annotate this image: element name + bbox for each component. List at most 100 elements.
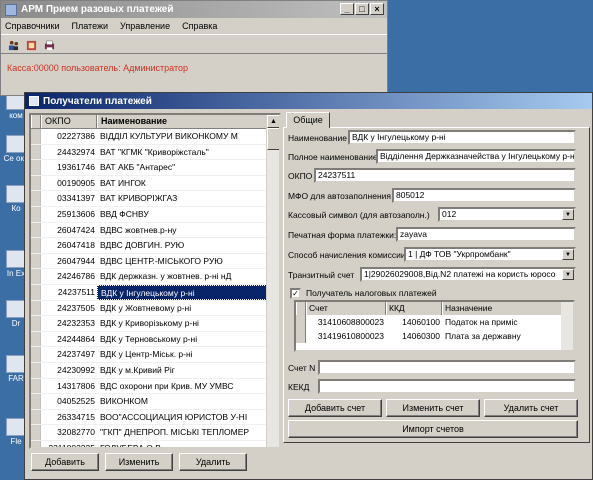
list-row[interactable]: 24244864 ВДК у Терновському р-ні xyxy=(31,331,279,348)
list-row[interactable]: 26047424 ВДВС жовтнев.р-ну xyxy=(31,222,279,239)
cash-symbol-select[interactable]: 012 ▼ xyxy=(438,207,576,222)
desktop-icon-label: Ко xyxy=(11,204,21,213)
list-row[interactable]: 25913606 ВВД ФСНВУ xyxy=(31,206,279,223)
desktop-icon-label: ком xyxy=(9,111,23,120)
row-name: ВДВС ЦЕНТР.-МІСЬКОГО РУЮ xyxy=(100,255,223,266)
scroll-up-button[interactable]: ▲ xyxy=(267,115,279,128)
menu-payments[interactable]: Платежи xyxy=(72,21,109,31)
list-scrollbar[interactable]: ▲ xyxy=(266,115,279,447)
row-okpo: 2311803225 xyxy=(48,442,95,449)
list-row[interactable]: 03341397 ВАТ КРИВОРІЖГАЗ xyxy=(31,191,279,207)
row-account: 31419610800023 xyxy=(317,331,384,341)
print-icon xyxy=(44,40,55,51)
menu-management[interactable]: Управление xyxy=(120,21,170,31)
chevron-down-icon[interactable]: ▼ xyxy=(562,209,574,220)
edit-payee-button[interactable]: Изменить xyxy=(105,453,173,471)
desktop-icon-label: FAR xyxy=(8,374,24,383)
row-name: ВДК у Жовтневому р-ні xyxy=(100,302,192,313)
column-header-okpo[interactable]: ОКПО xyxy=(41,115,97,128)
cash-symbol-label: Кассовый символ (для автозаполн.) xyxy=(288,210,430,220)
row-okpo: 24244864 xyxy=(57,333,95,344)
list-row[interactable]: 24237505 ВДК у Жовтневому р-ні xyxy=(31,300,279,317)
import-accounts-button[interactable]: Импорт счетов xyxy=(288,420,578,438)
row-name: ВДК держказн. у жовтнев. р-ні нД xyxy=(100,271,232,282)
commission-select[interactable]: 1 | ДФ ТОВ "Укрпромбанк" ▼ xyxy=(404,247,576,262)
column-header-purpose[interactable]: Назначение xyxy=(442,302,573,315)
accounts-grid[interactable]: Счет ККД Назначение 31410608800023 140601… xyxy=(294,300,575,352)
row-name: ВВД ФСНВУ xyxy=(100,208,149,219)
edit-account-button[interactable]: Изменить счет xyxy=(386,399,480,417)
delete-account-button[interactable]: Удалить счет xyxy=(484,399,578,417)
column-header-name[interactable]: Наименование xyxy=(97,115,279,128)
list-row[interactable]: 14317806 ВДС охорони при Крив. МУ УМВС xyxy=(31,378,279,395)
scroll-thumb[interactable] xyxy=(267,128,279,150)
row-indicator xyxy=(31,191,41,206)
short-name-label: Наименование xyxy=(288,133,347,143)
okpo-field[interactable]: 24237511 xyxy=(314,168,576,183)
row-name: ВИКОНКОМ xyxy=(100,396,148,407)
row-okpo: 25913606 xyxy=(57,208,95,219)
list-row[interactable]: 24230992 ВДК у м.Кривий Ріг xyxy=(31,362,279,379)
list-row[interactable]: 24237511 ВДК у Інгулецькому р-ні xyxy=(31,284,279,301)
print-toolbar-button[interactable] xyxy=(41,37,57,53)
row-indicator xyxy=(31,253,41,269)
list-row[interactable]: 24246786 ВДК держказн. у жовтнев. р-ні нД xyxy=(31,269,279,285)
transit-account-select[interactable]: 1|29026029008,Від.N2 платежі на користь … xyxy=(360,267,576,282)
row-indicator xyxy=(296,329,306,343)
full-name-field[interactable]: Відділення Держказначейства у Інгулецько… xyxy=(376,149,576,164)
column-header-kkd[interactable]: ККД xyxy=(386,302,442,315)
column-header-account[interactable]: Счет xyxy=(306,302,386,315)
commission-value: 1 | ДФ ТОВ "Укрпромбанк" xyxy=(408,249,511,259)
minimize-button[interactable]: _ xyxy=(340,3,354,15)
main-titlebar[interactable]: АРМ Прием разовых платежей _ □ × xyxy=(1,1,387,18)
delete-payee-button[interactable]: Удалить xyxy=(179,453,247,471)
list-row[interactable]: 04052525 ВИКОНКОМ xyxy=(31,394,279,410)
maximize-button[interactable]: □ xyxy=(355,3,369,15)
settings-toolbar-button[interactable] xyxy=(23,37,39,53)
list-row[interactable]: 19361746 ВАТ АКБ "Антарес" xyxy=(31,160,279,176)
print-form-field[interactable]: zayava xyxy=(396,227,576,242)
list-row[interactable]: 00190905 ВАТ ИНГОК xyxy=(31,175,279,192)
row-name: ГОЛУБЕВА О.В. xyxy=(100,442,164,449)
far-manager-icon xyxy=(6,355,26,373)
print-form-label: Печатная форма платежки: xyxy=(288,230,397,240)
list-row[interactable]: 26047944 ВДВС ЦЕНТР.-МІСЬКОГО РУЮ xyxy=(31,253,279,270)
menu-directories[interactable]: Справочники xyxy=(5,21,60,31)
kekd-field[interactable] xyxy=(318,379,576,394)
list-row[interactable]: 24237497 ВДК у Центр-Міськ. р-ні xyxy=(31,347,279,363)
chevron-down-icon[interactable]: ▼ xyxy=(562,249,574,260)
users-toolbar-button[interactable] xyxy=(5,37,21,53)
chevron-down-icon[interactable]: ▼ xyxy=(562,269,574,280)
list-row[interactable]: 24432974 ВАТ "КГМК "Криворіжсталь" xyxy=(31,144,279,161)
row-indicator xyxy=(31,409,41,425)
row-indicator-header xyxy=(31,115,41,128)
grid-row[interactable]: 31410608800023 14060100 Податок на приміс xyxy=(296,315,573,329)
short-name-field[interactable]: ВДК у Інгулецькому р-ні xyxy=(348,130,576,145)
close-button[interactable]: × xyxy=(370,3,384,15)
grid-scrollbar[interactable] xyxy=(561,302,573,350)
grid-row[interactable]: 31419610800023 14060300 Плата за державну xyxy=(296,329,573,343)
accounts-grid-header: Счет ККД Назначение xyxy=(296,302,573,315)
main-window: АРМ Прием разовых платежей _ □ × Справоч… xyxy=(0,0,388,96)
list-row[interactable]: 32082770 "ГКП" ДНЕПРОП. МІСЬКІ ТЕПЛОМЕР xyxy=(31,425,279,441)
row-indicator xyxy=(31,331,41,347)
row-name: ВДВС жовтнев.р-ну xyxy=(100,224,177,235)
mfo-field[interactable]: 805012 xyxy=(392,188,576,203)
account-n-field[interactable] xyxy=(318,360,576,375)
row-purpose: Податок на приміс xyxy=(445,317,518,327)
list-row[interactable]: 26047418 ВДВС ДОВГИН. РУЮ xyxy=(31,238,279,254)
payees-list[interactable]: ОКПО Наименование 02227386 ВІДДІЛ КУЛЬТУР… xyxy=(29,113,281,449)
add-payee-button[interactable]: Добавить xyxy=(31,453,99,471)
row-name: ВДК у Терновському р-ні xyxy=(100,333,198,344)
internet-explorer-icon xyxy=(6,250,26,268)
general-tab-panel: Наименование ВДК у Інгулецькому р-ні Пол… xyxy=(283,127,590,443)
payees-titlebar[interactable]: Получатели платежей xyxy=(25,93,592,109)
add-account-button[interactable]: Добавить счет xyxy=(288,399,382,417)
tab-general[interactable]: Общие xyxy=(286,112,330,128)
list-row[interactable]: 26334715 ВОО"АССОЦИАЦИЯ ЮРИСТОВ У-НІ xyxy=(31,409,279,426)
list-row[interactable]: 2311803225 ГОЛУБЕВА О.В. xyxy=(31,440,279,449)
list-row[interactable]: 24232353 ВДК у Криворізькому р-ні xyxy=(31,316,279,332)
list-row[interactable]: 02227386 ВІДДІЛ КУЛЬТУРИ ВИКОНКОМУ М xyxy=(31,129,279,145)
tax-payee-checkbox[interactable]: ✓ xyxy=(290,288,301,299)
menu-help[interactable]: Справка xyxy=(182,21,217,31)
